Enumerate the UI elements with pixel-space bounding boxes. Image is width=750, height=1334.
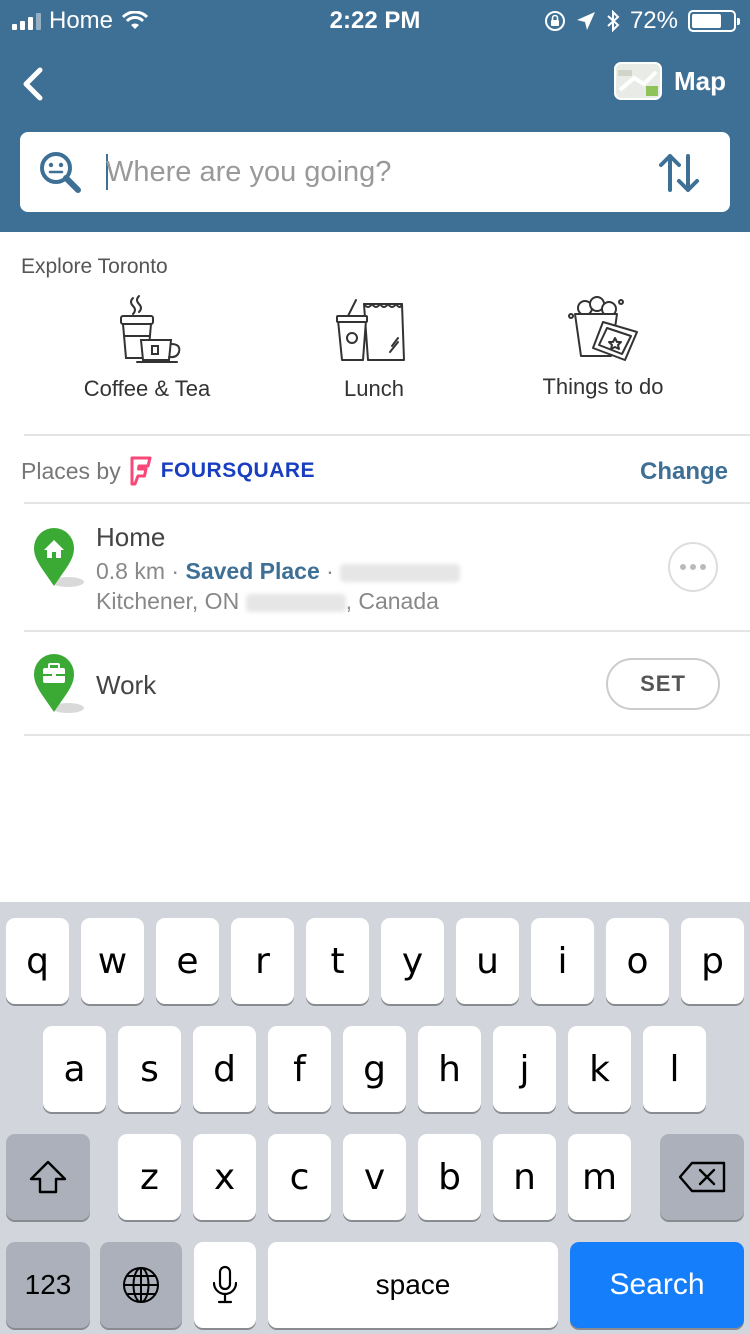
- search-key[interactable]: Search: [570, 1242, 744, 1328]
- key-f[interactable]: f: [268, 1026, 331, 1112]
- back-chevron-icon[interactable]: [18, 66, 52, 102]
- lunch-bag-icon: [336, 299, 405, 361]
- key-l[interactable]: l: [643, 1026, 706, 1112]
- foursquare-wordmark: FOURSQUARE: [160, 459, 316, 482]
- work-pin-icon: [34, 654, 84, 713]
- redacted-street: [340, 563, 461, 582]
- category-lunch[interactable]: Lunch: [314, 294, 434, 402]
- explore-title: Explore Toronto: [21, 255, 168, 278]
- city: Kitchener, ON: [96, 588, 240, 614]
- home-pin-icon: [34, 528, 84, 587]
- key-u[interactable]: u: [456, 918, 519, 1004]
- search-face-icon: [40, 152, 81, 193]
- separator: ·: [171, 558, 180, 584]
- set-work-button[interactable]: SET: [606, 658, 720, 710]
- places-by: Places by FOURSQUARE: [21, 456, 315, 486]
- category-things-to-do[interactable]: Things to do: [528, 294, 678, 400]
- key-i[interactable]: i: [531, 918, 594, 1004]
- foursquare-logo: FOURSQUARE: [129, 456, 315, 486]
- place-title: Work: [96, 670, 157, 700]
- shift-icon: [29, 1160, 67, 1194]
- separator: ·: [326, 558, 334, 584]
- microphone-icon: [212, 1265, 238, 1304]
- key-o[interactable]: o: [606, 918, 669, 1004]
- category-coffee-tea[interactable]: Coffee & Tea: [72, 294, 222, 402]
- status-bar: Home 2:22 PM 72%: [0, 0, 750, 40]
- key-h[interactable]: h: [418, 1026, 481, 1112]
- shift-key[interactable]: [6, 1134, 90, 1220]
- key-q[interactable]: q: [6, 918, 69, 1004]
- backspace-key[interactable]: [660, 1134, 744, 1220]
- places-by-label: Places by: [21, 457, 121, 484]
- key-e[interactable]: e: [156, 918, 219, 1004]
- keyboard: qwertyuiop asdfghjkl zxcvbnm 123 space S…: [0, 902, 750, 1334]
- globe-icon: [123, 1267, 159, 1303]
- map-button[interactable]: Map: [614, 62, 726, 100]
- coffee-cups-icon: [120, 295, 181, 363]
- divider: [24, 734, 750, 736]
- more-options-button[interactable]: [668, 542, 718, 592]
- divider: [24, 434, 750, 436]
- bluetooth-icon: [607, 10, 620, 32]
- key-n[interactable]: n: [493, 1134, 556, 1220]
- key-j[interactable]: j: [493, 1026, 556, 1112]
- battery-icon: [688, 10, 740, 32]
- key-x[interactable]: x: [193, 1134, 256, 1220]
- popcorn-ticket-icon: [568, 296, 638, 361]
- saved-place-label: Saved Place: [185, 558, 320, 584]
- category-label: Things to do: [542, 374, 664, 399]
- key-p[interactable]: p: [681, 918, 744, 1004]
- redacted-postal-code: [245, 593, 346, 612]
- key-c[interactable]: c: [268, 1134, 331, 1220]
- place-row-home[interactable]: Home 0.8 km · Saved Place · Kitchener, O…: [0, 504, 750, 630]
- rotation-lock-icon: [544, 11, 565, 31]
- header: Home 2:22 PM 72% Map Where are you going…: [0, 0, 750, 232]
- battery-percent: 72%: [629, 7, 678, 34]
- distance: 0.8 km: [96, 558, 166, 584]
- location-arrow-icon: [576, 12, 595, 30]
- key-a[interactable]: a: [43, 1026, 106, 1112]
- key-d[interactable]: d: [193, 1026, 256, 1112]
- change-link[interactable]: Change: [640, 458, 728, 486]
- key-g[interactable]: g: [343, 1026, 406, 1112]
- battery-fill: [692, 14, 721, 28]
- key-r[interactable]: r: [231, 918, 294, 1004]
- key-z[interactable]: z: [118, 1134, 181, 1220]
- place-address: Kitchener, ON , Canada: [96, 588, 439, 615]
- key-v[interactable]: v: [343, 1134, 406, 1220]
- category-label: Coffee & Tea: [83, 376, 211, 401]
- key-s[interactable]: s: [118, 1026, 181, 1112]
- place-meta: 0.8 km · Saved Place ·: [96, 558, 461, 585]
- swap-arrows-icon[interactable]: [656, 150, 702, 196]
- key-w[interactable]: w: [81, 918, 144, 1004]
- space-key[interactable]: space: [268, 1242, 558, 1328]
- key-k[interactable]: k: [568, 1026, 631, 1112]
- map-label: Map: [674, 65, 726, 96]
- numbers-key[interactable]: 123: [6, 1242, 90, 1328]
- backspace-icon: [678, 1161, 726, 1193]
- key-m[interactable]: m: [568, 1134, 631, 1220]
- place-row-work[interactable]: Work SET: [0, 632, 750, 734]
- key-y[interactable]: y: [381, 918, 444, 1004]
- map-icon: [614, 62, 662, 100]
- search-box[interactable]: [20, 132, 730, 212]
- category-label: Lunch: [344, 376, 404, 401]
- key-t[interactable]: t: [306, 918, 369, 1004]
- country: , Canada: [345, 588, 439, 614]
- status-right: 72%: [544, 7, 740, 35]
- globe-key[interactable]: [100, 1242, 182, 1328]
- key-b[interactable]: b: [418, 1134, 481, 1220]
- screen: Home 2:22 PM 72% Map Where are you going…: [0, 0, 750, 1334]
- foursquare-icon: [130, 456, 152, 486]
- place-title: Home: [96, 522, 166, 552]
- microphone-key[interactable]: [194, 1242, 256, 1328]
- search-input[interactable]: [106, 150, 646, 194]
